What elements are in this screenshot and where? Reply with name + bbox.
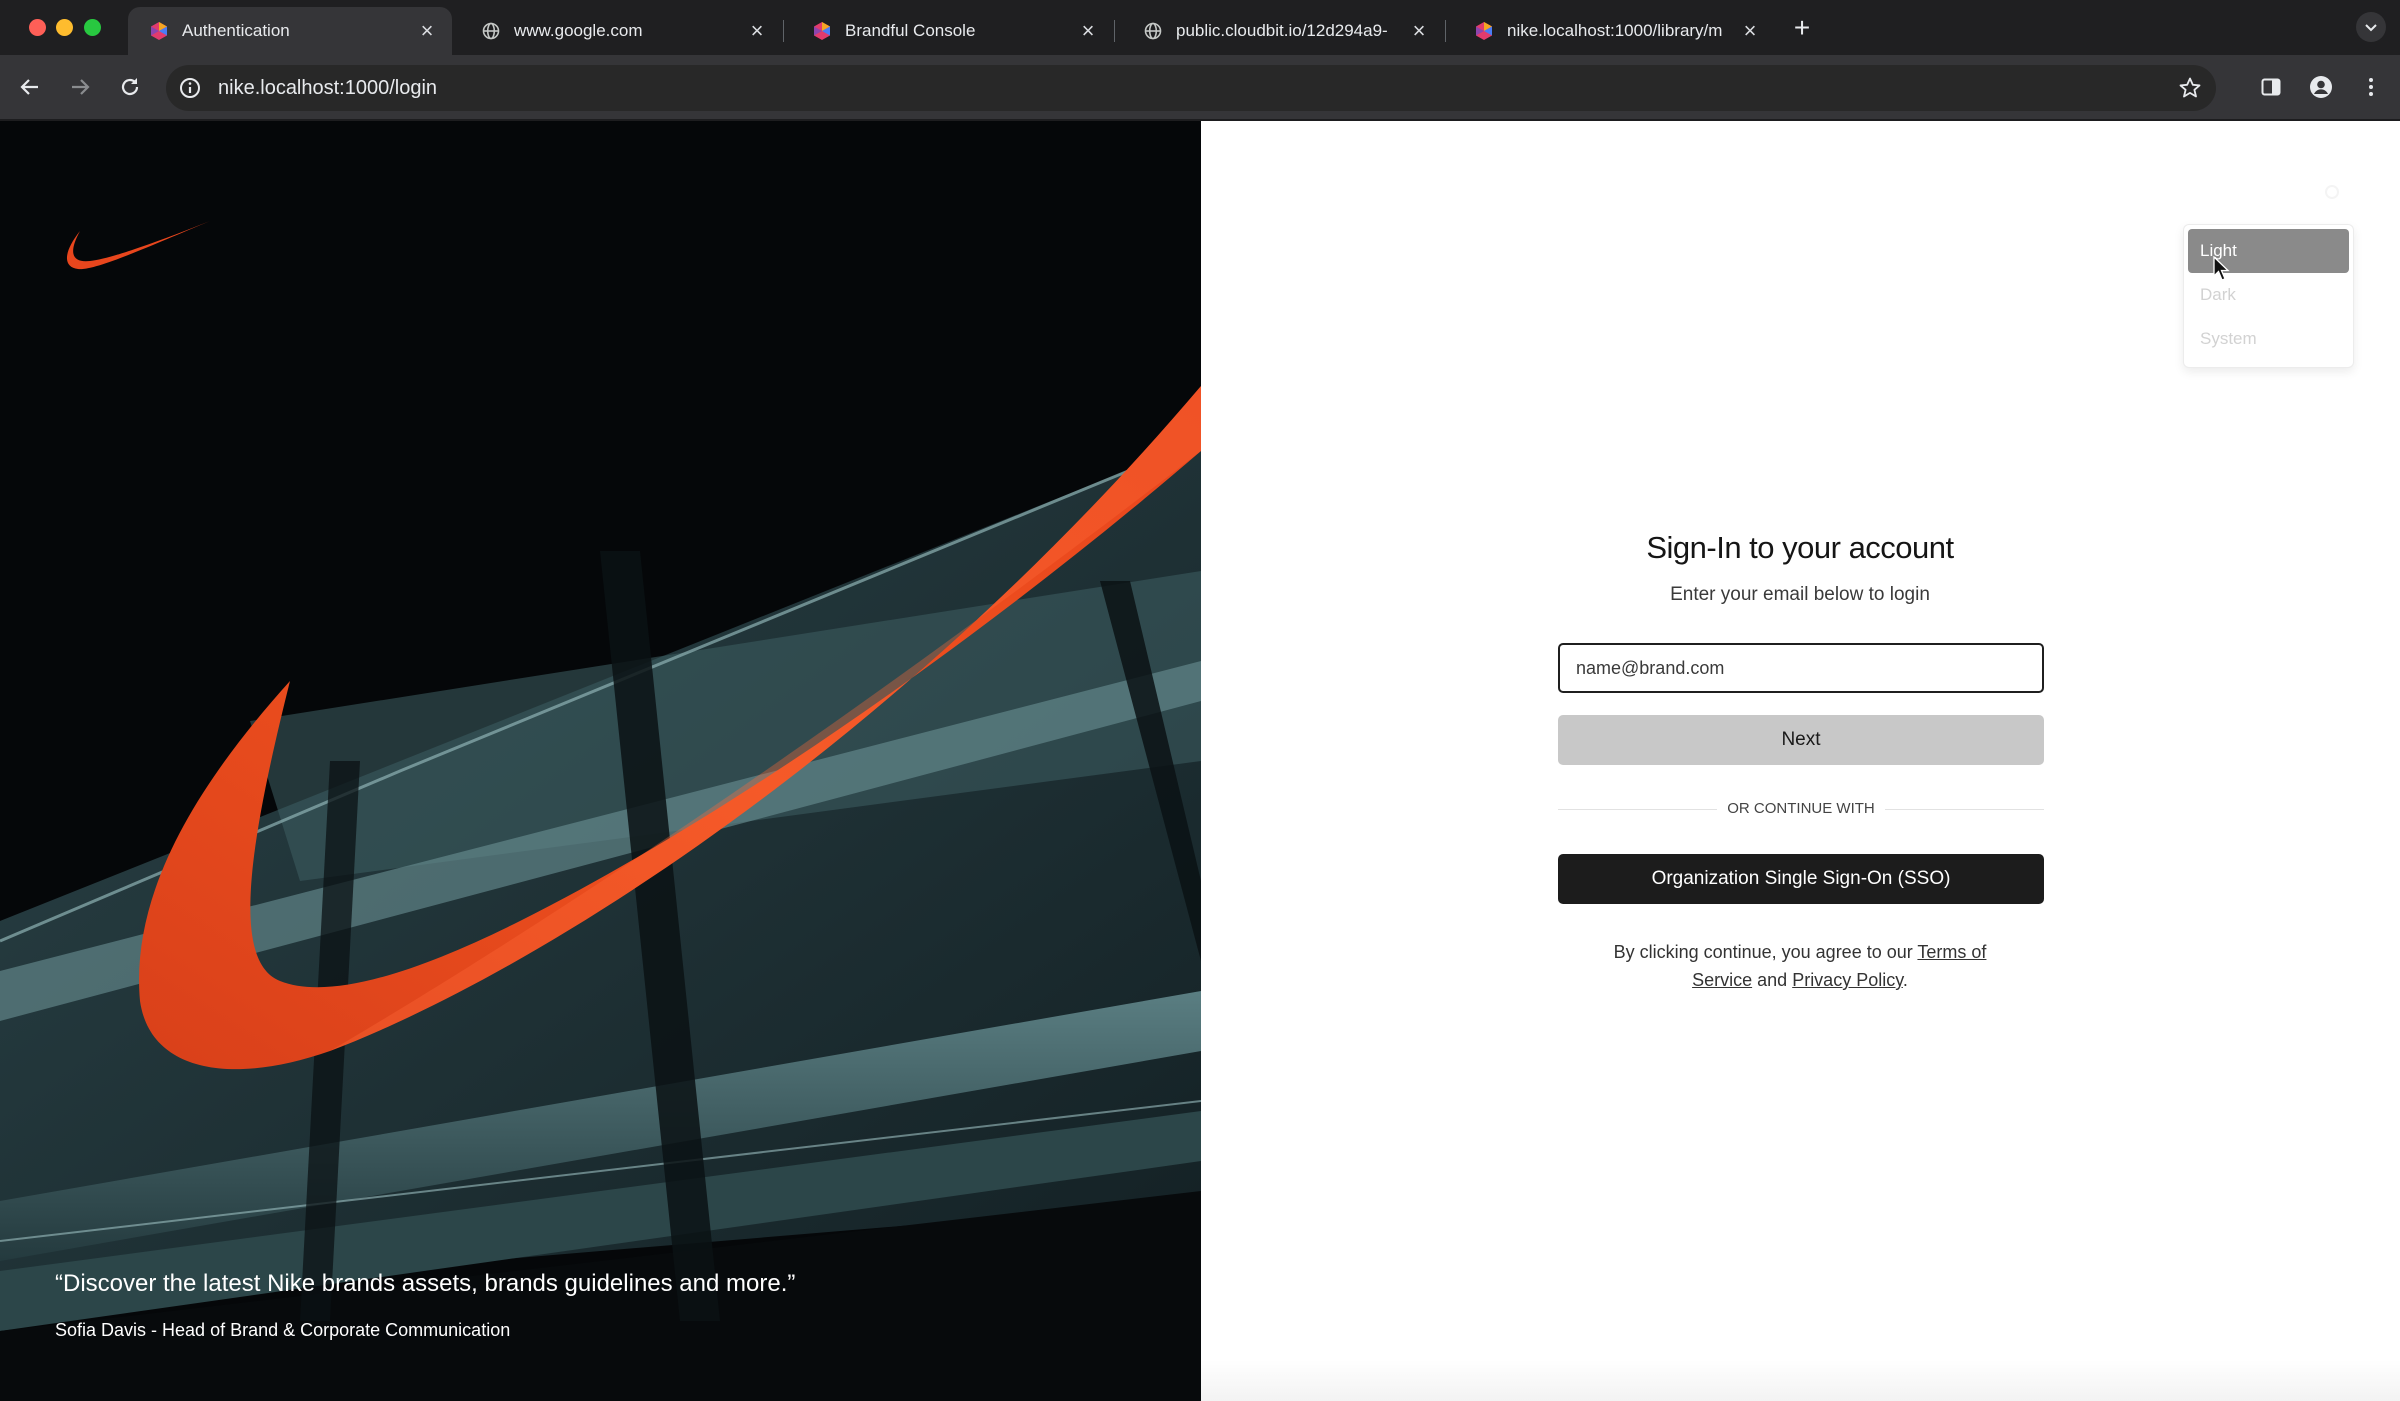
- terms-notice: By clicking continue, you agree to our T…: [1600, 938, 2000, 994]
- profile-icon: [2310, 76, 2332, 98]
- chevron-down-icon: [2365, 24, 2377, 32]
- tab-close-icon[interactable]: ×: [1739, 20, 1761, 42]
- mouse-cursor-icon: [2213, 256, 2230, 281]
- login-title: Sign-In to your account: [1646, 530, 1954, 565]
- window-zoom-button[interactable]: [84, 19, 101, 36]
- tab-close-icon[interactable]: ×: [1077, 20, 1099, 42]
- brandful-logo-icon: [148, 20, 170, 42]
- window-minimize-button[interactable]: [56, 19, 73, 36]
- kebab-menu-icon: [2369, 78, 2373, 96]
- tab-title: public.cloudbit.io/12d294a9-: [1176, 21, 1388, 40]
- browser-tab-cloudbit[interactable]: public.cloudbit.io/12d294a9- ×: [1122, 7, 1444, 55]
- or-continue-divider: OR CONTINUE WITH: [1558, 798, 2044, 822]
- browser-tab-brandful-console[interactable]: Brandful Console ×: [791, 7, 1113, 55]
- brandful-logo-icon: [1473, 20, 1495, 42]
- arrow-left-icon: [20, 79, 38, 95]
- hero-quote: “Discover the latest Nike brands assets,…: [55, 1270, 796, 1297]
- tab-separator: [1114, 20, 1115, 42]
- browser-tab-google[interactable]: www.google.com ×: [460, 7, 782, 55]
- browser-tab-nike-library[interactable]: nike.localhost:1000/library/m ×: [1453, 7, 1775, 55]
- new-tab-button[interactable]: +: [1788, 14, 1816, 42]
- privacy-policy-link[interactable]: Privacy Policy: [1792, 970, 1903, 990]
- hero-image: [0, 121, 1201, 1401]
- theme-dropdown-menu: Light Dark System: [2183, 224, 2354, 368]
- globe-icon: [1142, 20, 1164, 42]
- profile-button[interactable]: [2303, 69, 2339, 105]
- browser-tab-authentication[interactable]: Authentication ×: [128, 7, 452, 55]
- login-subtitle: Enter your email below to login: [1670, 584, 1930, 605]
- email-field[interactable]: [1558, 643, 2044, 693]
- next-button[interactable]: Next: [1558, 715, 2044, 765]
- tab-close-icon[interactable]: ×: [416, 20, 438, 42]
- arrow-right-icon: [72, 79, 90, 95]
- reload-button[interactable]: [112, 69, 148, 105]
- terms-and: and: [1757, 970, 1788, 990]
- theme-toggle-icon[interactable]: [2316, 176, 2348, 208]
- tab-title: nike.localhost:1000/library/m: [1507, 21, 1723, 40]
- tab-title: www.google.com: [514, 21, 643, 40]
- forward-button[interactable]: [62, 69, 98, 105]
- side-panel-button[interactable]: [2253, 69, 2289, 105]
- globe-icon: [480, 20, 502, 42]
- tab-close-icon[interactable]: ×: [746, 20, 768, 42]
- browser-tab-bar: Authentication × www.google.com × Brandf…: [0, 0, 2400, 55]
- tab-title: Brandful Console: [845, 21, 976, 40]
- side-panel-icon: [2261, 78, 2281, 96]
- panel-bottom-fade: [1201, 1360, 2400, 1401]
- browser-toolbar: nike.localhost:1000/login: [0, 55, 2400, 121]
- window-close-button[interactable]: [29, 19, 46, 36]
- tab-close-icon[interactable]: ×: [1408, 20, 1430, 42]
- tab-search-button[interactable]: [2356, 12, 2386, 42]
- sso-button[interactable]: Organization Single Sign-On (SSO): [1558, 854, 2044, 904]
- site-info-icon[interactable]: [178, 76, 202, 100]
- tab-separator: [783, 20, 784, 42]
- hero-quote-author: Sofia Davis - Head of Brand & Corporate …: [55, 1320, 511, 1340]
- tab-title: Authentication: [182, 21, 290, 40]
- terms-prefix: By clicking continue, you agree to our: [1613, 942, 1913, 962]
- back-button[interactable]: [12, 69, 48, 105]
- url-text[interactable]: nike.localhost:1000/login: [218, 77, 437, 100]
- theme-option-system[interactable]: System: [2188, 317, 2349, 361]
- tab-separator: [1445, 20, 1446, 42]
- bookmark-star-icon[interactable]: [2178, 76, 2202, 100]
- address-bar[interactable]: nike.localhost:1000/login: [166, 65, 2216, 111]
- hero-panel: “Discover the latest Nike brands assets,…: [0, 121, 1201, 1401]
- brandful-logo-icon: [811, 20, 833, 42]
- divider-label: OR CONTINUE WITH: [1717, 800, 1885, 817]
- terms-suffix: .: [1902, 970, 1908, 990]
- reload-icon: [121, 78, 139, 96]
- browser-menu-button[interactable]: [2353, 69, 2389, 105]
